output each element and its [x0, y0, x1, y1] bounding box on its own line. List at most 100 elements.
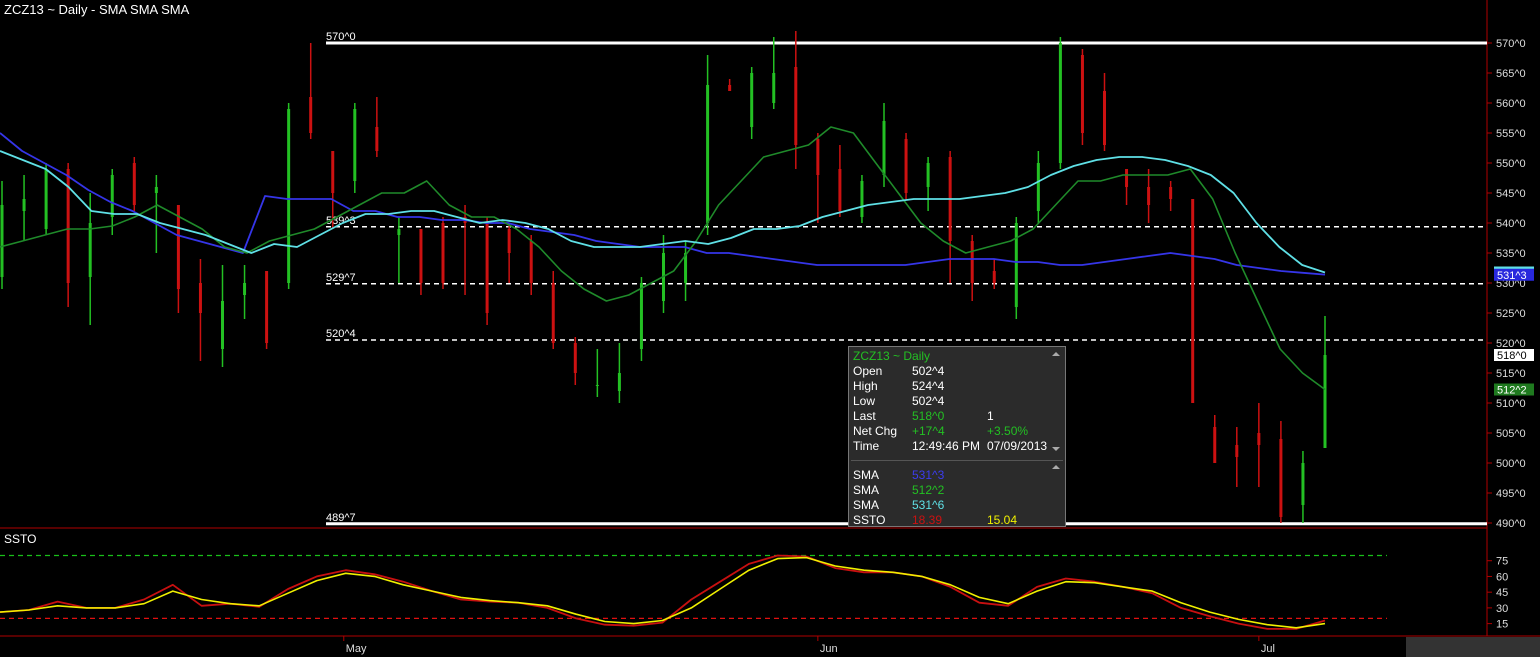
candle-body — [419, 229, 423, 283]
candle[interactable] — [22, 175, 26, 241]
candle[interactable] — [507, 223, 511, 283]
level-label: 520^4 — [326, 328, 356, 340]
tooltip-label: SMA — [853, 498, 880, 512]
candle[interactable] — [154, 175, 158, 253]
candle-body — [639, 283, 643, 349]
candle[interactable] — [1323, 316, 1327, 448]
candle[interactable] — [772, 37, 776, 109]
time-tick-label: Jun — [820, 643, 838, 655]
candle[interactable] — [1301, 451, 1305, 523]
candle[interactable] — [0, 181, 4, 289]
candle[interactable] — [1014, 217, 1018, 319]
candle-body — [287, 109, 291, 283]
candle-body — [992, 271, 996, 283]
candle[interactable] — [1058, 37, 1062, 169]
candle[interactable] — [243, 265, 247, 319]
candle[interactable] — [485, 217, 489, 325]
candle[interactable] — [529, 235, 533, 295]
candle[interactable] — [706, 55, 710, 235]
level-label: 570^0 — [326, 31, 356, 43]
candle[interactable] — [1279, 421, 1283, 523]
candle[interactable] — [176, 205, 180, 313]
candle[interactable] — [926, 157, 930, 211]
candle-body — [1058, 43, 1062, 163]
candle[interactable] — [419, 229, 423, 295]
candle[interactable] — [1257, 403, 1261, 487]
candle-body — [728, 85, 732, 91]
candle-body — [772, 73, 776, 103]
candle[interactable] — [1191, 199, 1195, 403]
candle[interactable] — [309, 43, 313, 139]
price-chart[interactable]: 570^0539^3529^7520^4489^7570^0565^0560^0… — [0, 0, 1540, 657]
tooltip-label: SMA — [853, 483, 880, 497]
candle[interactable] — [441, 217, 445, 289]
candle[interactable] — [904, 133, 908, 199]
candle[interactable] — [816, 133, 820, 223]
candle-body — [375, 127, 379, 151]
time-tick-label: Jul — [1261, 643, 1275, 655]
candle[interactable] — [265, 271, 269, 349]
price-badge-label: 531^3 — [1497, 270, 1527, 282]
candle[interactable] — [838, 145, 842, 217]
time-tick-label: May — [346, 643, 367, 655]
tooltip-scroll-down-icon[interactable] — [1052, 447, 1060, 451]
candle[interactable] — [750, 67, 754, 139]
tooltip-v1: 524^4 — [912, 379, 945, 393]
candle[interactable] — [1169, 181, 1173, 211]
candle[interactable] — [1080, 49, 1084, 145]
candle[interactable] — [728, 79, 732, 91]
ssto-d-line — [0, 556, 1326, 629]
candle[interactable] — [1147, 169, 1151, 223]
candle[interactable] — [44, 163, 48, 235]
candle-body — [617, 373, 621, 391]
tooltip-separator — [851, 460, 1063, 461]
candle[interactable] — [375, 97, 379, 157]
candle[interactable] — [860, 175, 864, 223]
price-badge-label: 512^2 — [1497, 385, 1527, 397]
tooltip-v2: +3.50% — [987, 424, 1029, 438]
price-tick-label: 540^0 — [1496, 218, 1526, 230]
candle[interactable] — [287, 103, 291, 289]
candle-body — [838, 169, 842, 211]
candle[interactable] — [1213, 415, 1217, 463]
candle[interactable] — [684, 241, 688, 301]
candle[interactable] — [198, 259, 202, 361]
candle[interactable] — [617, 343, 621, 403]
tooltip-studies-up-icon[interactable] — [1052, 465, 1060, 469]
price-badge-label: 518^0 — [1497, 350, 1527, 362]
candle-body — [1169, 187, 1173, 199]
candle[interactable] — [353, 103, 357, 193]
tooltip-v1: 18.39 — [912, 513, 943, 527]
scroll-area[interactable] — [1406, 637, 1540, 657]
candle-body — [243, 283, 247, 295]
candle-body — [1191, 199, 1195, 403]
osc-tick-label: 30 — [1496, 603, 1508, 615]
candle[interactable] — [551, 271, 555, 349]
candle[interactable] — [1235, 427, 1239, 487]
tooltip-title: ZCZ13 ~ Daily — [853, 349, 931, 363]
tooltip-row: Time 12:49:46 PM 07/09/2013 — [853, 439, 1063, 454]
candle-body — [551, 283, 555, 343]
tooltip-row: SSTO 18.39 15.04 — [853, 513, 1063, 528]
tooltip-v1: +17^4 — [912, 424, 945, 438]
candle[interactable] — [970, 235, 974, 301]
candle[interactable] — [66, 163, 70, 307]
candle[interactable] — [132, 157, 136, 211]
tooltip-v1: 12:49:46 PM — [912, 439, 981, 453]
price-tick-label: 550^0 — [1496, 158, 1526, 170]
candle[interactable] — [595, 349, 599, 397]
price-tick-label: 525^0 — [1496, 308, 1526, 320]
candle[interactable] — [1036, 151, 1040, 223]
candle[interactable] — [88, 193, 92, 325]
tooltip-v1: 502^4 — [912, 364, 945, 378]
candle-body — [0, 205, 4, 277]
candle[interactable] — [948, 151, 952, 283]
candle[interactable] — [1103, 73, 1106, 151]
candle[interactable] — [221, 265, 224, 367]
candle-body — [529, 241, 533, 283]
candle[interactable] — [573, 337, 577, 385]
tooltip-scroll-up-icon[interactable] — [1052, 352, 1060, 356]
tooltip-label: SMA — [853, 468, 880, 482]
candle-body — [110, 175, 114, 217]
price-tick-label: 490^0 — [1496, 518, 1526, 530]
